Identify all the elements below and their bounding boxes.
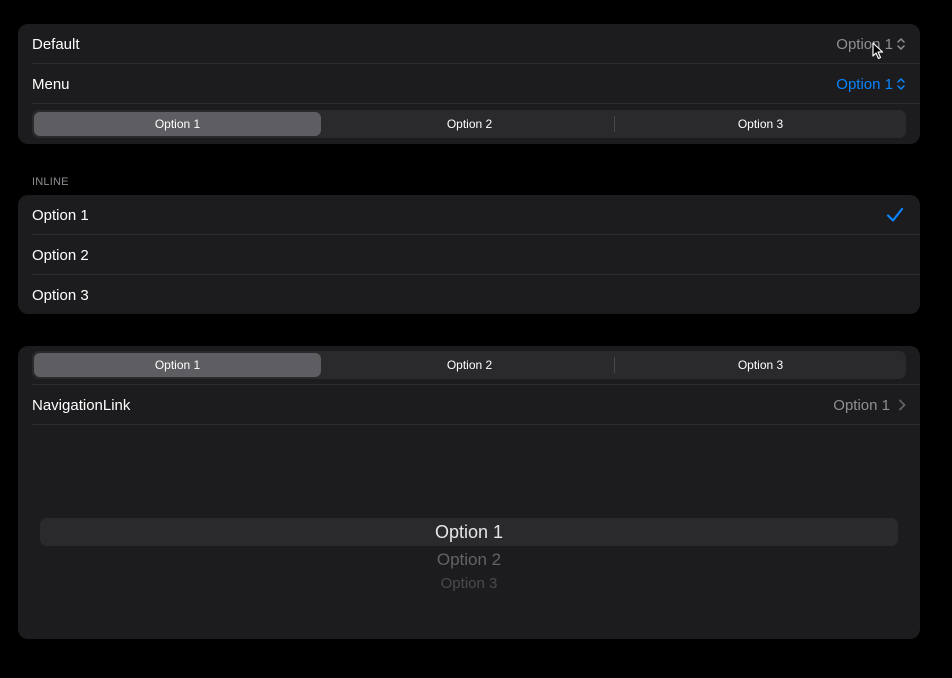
inline-option-row[interactable]: Option 1 xyxy=(18,195,920,235)
separator xyxy=(32,103,920,104)
menu-picker-value-text: Option 1 xyxy=(836,75,893,93)
wheel-option-selected[interactable]: Option 1 xyxy=(18,522,920,543)
segment-option-3[interactable]: Option 3 xyxy=(617,112,904,136)
separator xyxy=(32,424,920,425)
chevron-right-icon xyxy=(899,399,906,411)
default-picker-row[interactable]: Default Option 1 xyxy=(18,24,920,64)
segment-option-2[interactable]: Option 2 xyxy=(326,112,613,136)
segment-divider xyxy=(614,116,615,132)
segment-option-1[interactable]: Option 1 xyxy=(34,112,321,136)
segment-option-3[interactable]: Option 3 xyxy=(617,353,904,377)
inline-option-label: Option 2 xyxy=(32,246,89,264)
menu-picker-row[interactable]: Menu Option 1 xyxy=(18,64,920,104)
segmented-picker: Option 1 Option 2 Option 3 xyxy=(32,110,906,138)
bottom-picker-group: Option 1 Option 2 Option 3 NavigationLin… xyxy=(18,346,920,639)
chevron-up-down-icon xyxy=(897,78,905,90)
inline-picker-group: Option 1 Option 2 Option 3 xyxy=(18,195,920,314)
wheel-option[interactable]: Option 3 xyxy=(18,575,920,592)
default-picker-label: Default xyxy=(32,35,80,53)
segment-option-2[interactable]: Option 2 xyxy=(326,353,613,377)
wheel-option[interactable]: Option 2 xyxy=(18,550,920,570)
segment-option-1[interactable]: Option 1 xyxy=(34,353,321,377)
inline-option-label: Option 1 xyxy=(32,206,89,224)
navigation-link-value: Option 1 xyxy=(833,397,906,414)
navigation-link-value-text: Option 1 xyxy=(833,396,890,414)
segmented-picker: Option 1 Option 2 Option 3 xyxy=(32,351,906,379)
inline-section-header: INLINE xyxy=(32,176,69,188)
inline-option-row[interactable]: Option 3 xyxy=(18,275,920,314)
chevron-up-down-icon xyxy=(897,38,905,50)
checkmark-icon xyxy=(886,207,904,222)
navigation-link-row[interactable]: NavigationLink Option 1 xyxy=(18,385,920,425)
navigation-link-label: NavigationLink xyxy=(32,396,131,414)
picker-styles-group: Default Option 1 Menu Option 1 Option 1 … xyxy=(18,24,920,144)
default-picker-value-text: Option 1 xyxy=(836,35,893,53)
mouse-pointer-icon xyxy=(872,42,884,60)
inline-option-label: Option 3 xyxy=(32,286,89,304)
menu-picker-value[interactable]: Option 1 xyxy=(836,76,906,93)
menu-picker-label: Menu xyxy=(32,75,70,93)
segment-divider xyxy=(614,357,615,373)
inline-option-row[interactable]: Option 2 xyxy=(18,235,920,275)
